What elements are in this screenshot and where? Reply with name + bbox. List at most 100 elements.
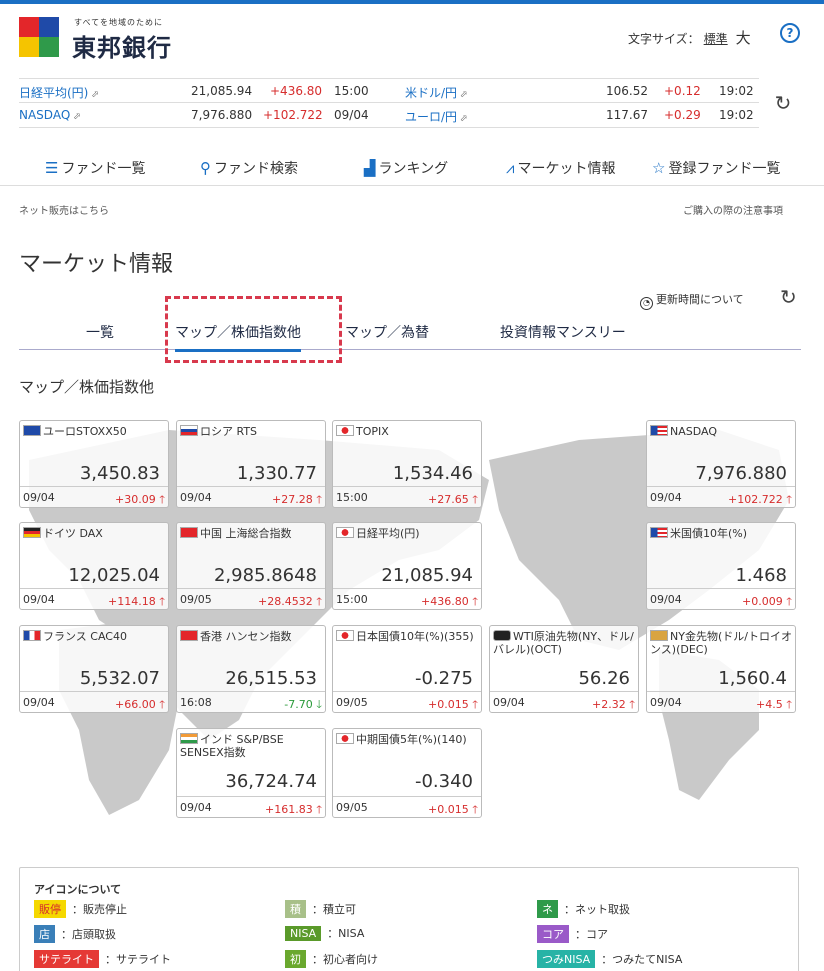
net-sales-link[interactable]: ネット販売はこちら <box>19 202 109 217</box>
legend-badge: つみNISA <box>537 950 596 968</box>
tab-map-fx[interactable]: マップ／為替 <box>345 322 429 342</box>
tab-list[interactable]: 一覧 <box>86 322 114 342</box>
tile-name: 日本国債10年(%)(355) <box>356 630 474 643</box>
legend-item: サテライト ：サテライト <box>34 950 171 968</box>
bank-name[interactable]: 東邦銀行 <box>72 28 172 63</box>
index-tile[interactable]: フランス CAC40 5,532.07 09/04 +66.00 🡑 <box>19 625 169 713</box>
bank-logo[interactable] <box>19 17 59 57</box>
oil-barrel-icon <box>493 630 511 641</box>
japan-flag-icon <box>336 733 354 744</box>
tile-name: TOPIX <box>356 425 389 438</box>
font-size-large-button[interactable]: 大 <box>736 29 751 47</box>
update-time-link[interactable]: ◔ 更新時間について <box>640 291 744 310</box>
nav-fund-search[interactable]: ⚲ ファンド検索 <box>200 158 298 178</box>
refresh-icon[interactable]: ↻ <box>780 285 797 309</box>
tile-value: 2,985.8648 <box>213 565 317 586</box>
clock-icon: ◔ <box>640 297 653 310</box>
ticker-time: 09/04 <box>334 108 369 122</box>
ticker-row: 日経平均(円) 21,085.94 +436.80 15:00 米ドル/円 10… <box>19 78 759 103</box>
arrow-up-icon: 🡑 <box>786 698 792 711</box>
legend-desc: ：店頭取扱 <box>61 928 116 941</box>
arrow-up-icon: 🡑 <box>472 595 478 608</box>
usa-flag-icon <box>650 425 668 436</box>
list-icon: ☰ <box>45 159 59 177</box>
highlight-box <box>165 296 342 363</box>
index-tile[interactable]: WTI原油先物(NY、ドル/バレル)(OCT) 56.26 09/04 +2.32… <box>489 625 639 713</box>
ranking-icon: ▟ <box>364 159 376 177</box>
tile-delta: +0.009 <box>742 595 783 608</box>
tile-name: 中期国債5年(%)(140) <box>356 733 467 746</box>
tile-value: 3,450.83 <box>79 463 160 484</box>
nav-market-info[interactable]: ⩘ マーケット情報 <box>506 158 615 178</box>
arrow-up-icon: 🡑 <box>316 803 322 816</box>
nav-label: ファンド一覧 <box>61 161 146 177</box>
section-title: マップ／株価指数他 <box>19 378 155 396</box>
tile-delta: +0.015 <box>428 803 469 816</box>
legend-badge: 積 <box>285 900 306 918</box>
legend-title: アイコンについて <box>34 883 122 896</box>
ticker-link-usdjpy[interactable]: 米ドル/円 <box>405 84 467 101</box>
world-map: ユーロSTOXX50 3,450.83 09/04 +30.09 🡑 ロシア RT… <box>19 420 801 820</box>
font-size-label: 文字サイズ： <box>628 32 700 46</box>
nav-registered-funds[interactable]: ☆ 登録ファンド一覧 <box>652 158 780 178</box>
index-tile[interactable]: ロシア RTS 1,330.77 09/04 +27.28 🡑 <box>176 420 326 508</box>
index-tile[interactable]: 日本国債10年(%)(355) -0.275 09/05 +0.015 🡑 <box>332 625 482 713</box>
tile-delta: +436.80 <box>421 595 469 608</box>
tile-name: 中国 上海総合指数 <box>200 527 292 540</box>
font-size-standard-button[interactable]: 標準 <box>704 32 728 46</box>
index-tile[interactable]: 米国債10年(%) 1.468 09/04 +0.009 🡑 <box>646 522 796 610</box>
tile-delta: +0.015 <box>428 698 469 711</box>
hongkong-flag-icon <box>180 630 198 641</box>
ticker-link-eurjpy[interactable]: ユーロ/円 <box>405 108 467 125</box>
main-nav: ☰ ファンド一覧 ⚲ ファンド検索 ▟ ランキング ⩘ マーケット情報 ☆ 登録ファンド一… <box>0 150 824 186</box>
ticker-row: NASDAQ 7,976.880 +102.722 09/04 ユーロ/円 11… <box>19 103 759 128</box>
ticker-time: 19:02 <box>719 108 754 122</box>
legend-badge: 初 <box>285 950 306 968</box>
tile-delta: +28.4532 <box>258 595 313 608</box>
market-tabs: 一覧 マップ／株価指数他 マップ／為替 投資情報マンスリー <box>19 320 801 352</box>
tile-date: 09/04 <box>23 491 55 504</box>
tile-delta: +114.18 <box>108 595 156 608</box>
tile-value: 1,330.77 <box>236 463 317 484</box>
arrow-up-icon: 🡑 <box>629 698 635 711</box>
tile-name: ロシア RTS <box>200 425 258 438</box>
index-tile[interactable]: インド S&P/BSE SENSEX指数 36,724.74 09/04 +161… <box>176 728 326 818</box>
tile-name: 日経平均(円) <box>356 527 420 540</box>
ticker-link-nikkei[interactable]: 日経平均(円) <box>19 84 99 101</box>
index-tile[interactable]: NY金先物(ドル/トロイオンス)(DEC) 1,560.4 09/04 +4.5 … <box>646 625 796 713</box>
index-tile[interactable]: 中期国債5年(%)(140) -0.340 09/05 +0.015 🡑 <box>332 728 482 818</box>
refresh-icon[interactable]: ↻ <box>772 92 794 114</box>
index-tile[interactable]: NASDAQ 7,976.880 09/04 +102.722 🡑 <box>646 420 796 508</box>
index-tile[interactable]: TOPIX 1,534.46 15:00 +27.65 🡑 <box>332 420 482 508</box>
index-tile[interactable]: ユーロSTOXX50 3,450.83 09/04 +30.09 🡑 <box>19 420 169 508</box>
arrow-down-icon: 🡓 <box>316 698 322 711</box>
tab-monthly-report[interactable]: 投資情報マンスリー <box>500 322 626 342</box>
arrow-up-icon: 🡑 <box>159 493 165 506</box>
index-tile[interactable]: ドイツ DAX 12,025.04 09/04 +114.18 🡑 <box>19 522 169 610</box>
ticker-change: +436.80 <box>270 84 323 98</box>
tile-name: 米国債10年(%) <box>670 527 748 540</box>
tile-delta: +66.00 <box>115 698 156 711</box>
nav-ranking[interactable]: ▟ ランキング <box>364 158 448 178</box>
tile-value: 21,085.94 <box>381 565 473 586</box>
arrow-up-icon: 🡑 <box>316 595 322 608</box>
help-icon[interactable]: ? <box>780 23 800 43</box>
index-tile[interactable]: 香港 ハンセン指数 26,515.53 16:08 -7.70 🡓 <box>176 625 326 713</box>
legend-desc: ：サテライト <box>105 953 171 966</box>
ticker-link-nasdaq[interactable]: NASDAQ <box>19 108 81 122</box>
chart-icon: ⩘ <box>506 159 515 177</box>
legend-badge: サテライト <box>34 950 99 968</box>
tile-delta: +2.32 <box>592 698 626 711</box>
purchase-notes-link[interactable]: ご購入の際の注意事項 <box>683 202 783 217</box>
index-tile[interactable]: 日経平均(円) 21,085.94 15:00 +436.80 🡑 <box>332 522 482 610</box>
usa-flag-icon <box>650 527 668 538</box>
nav-fund-list[interactable]: ☰ ファンド一覧 <box>45 158 145 178</box>
tile-date: 09/05 <box>180 593 212 606</box>
tile-value: 7,976.880 <box>695 463 787 484</box>
index-tile[interactable]: 中国 上海総合指数 2,985.8648 09/05 +28.4532 🡑 <box>176 522 326 610</box>
tile-value: 36,724.74 <box>225 771 317 792</box>
legend-desc: ：販売停止 <box>72 903 127 916</box>
eu-flag-icon <box>23 425 41 436</box>
legend-item: NISA ：NISA <box>285 925 364 941</box>
nav-label: ファンド検索 <box>214 161 298 177</box>
